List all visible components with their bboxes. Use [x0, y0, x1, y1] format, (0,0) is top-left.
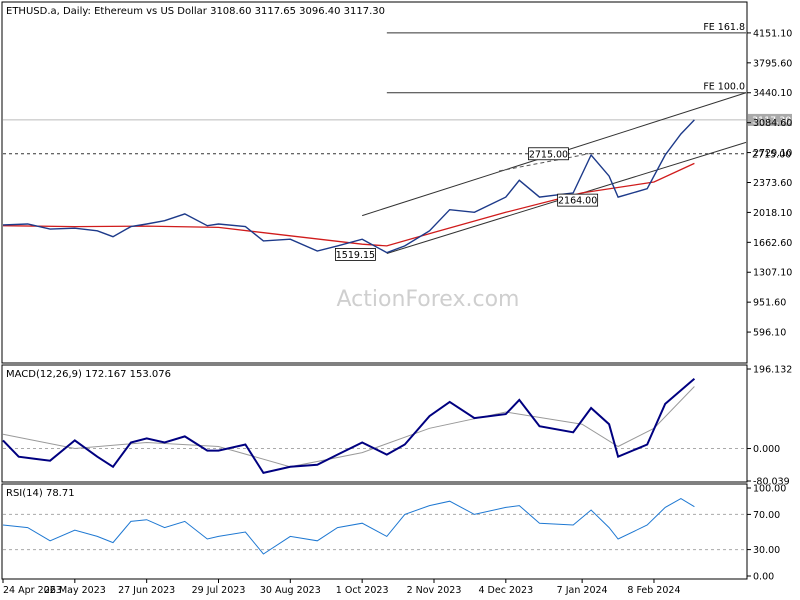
macd-panel-title: MACD(12,26,9) 172.167 153.076 [6, 369, 171, 380]
macd-tick-label-0: 196.132 [753, 365, 792, 376]
level-label-0: FE 161.8 [703, 22, 745, 33]
price-tick-label-0: 4151.10 [753, 28, 792, 39]
rsi-panel-title: RSI(14) 78.71 [6, 488, 75, 499]
price-tick-label-10: 596.10 [753, 328, 786, 339]
date-axis: 24 Apr 202326 May 2023 27 Jun 2023 29 Jul … [2, 579, 681, 596]
date-tick-label-2: 27 Jun 2023 [118, 585, 175, 596]
callout-label-1: 2164.00 [558, 196, 597, 207]
price-tick-label-2: 3440.10 [753, 88, 792, 99]
rsi-plot: 100.00 70.00 30.00 0.00 [2, 484, 786, 583]
price-panel-title: ETHUSD.a, Daily: Ethereum vs US Dollar 3… [6, 6, 385, 17]
price-plot [2, 92, 747, 254]
date-tick-label-8: 7 Jan 2024 [557, 585, 608, 596]
macd-line [2, 377, 696, 475]
price-callouts: 2715.00 2164.00 1519.15 [335, 147, 599, 261]
price-tick-label-4: 2729.10 [753, 148, 792, 159]
rsi-tick-label-2: 30.00 [753, 545, 780, 556]
date-tick-label-7: 4 Dec 2023 [478, 585, 533, 596]
callout-label-0: 2715.00 [529, 149, 568, 160]
date-tick-label-3: 29 Jul 2023 [192, 585, 246, 596]
ethusd-chart: ActionForex.com ETHUSD.a, Daily: Ethereu… [1, 1, 792, 596]
price-tick-label-9: 951.60 [753, 298, 786, 309]
date-tick-label-5: 1 Oct 2023 [336, 585, 389, 596]
price-line [2, 119, 695, 254]
callout-label-2: 1519.15 [336, 250, 375, 261]
level-label-1: FE 100.0 [703, 82, 745, 93]
macd-tick-label-1: 0.000 [753, 444, 780, 455]
watermark: ActionForex.com [337, 287, 520, 312]
rsi-tick-label-0: 100.00 [753, 484, 786, 495]
price-tick-label-6: 2018.10 [753, 208, 792, 219]
price-tick-label-3: 3084.60 [753, 118, 792, 129]
price-tick-label-8: 1307.10 [753, 268, 792, 279]
rsi-tick-label-3: 0.00 [753, 572, 774, 583]
macd-plot: 196.1320.000-80.039 [2, 365, 792, 488]
price-tick-label-7: 1662.60 [753, 238, 792, 249]
price-tick-label-1: 3795.60 [753, 58, 792, 69]
price-axis: 4151.10 3795.60 3440.10 3084.60 2729.10 2373.… [747, 28, 792, 339]
date-tick-label-6: 2 Nov 2023 [407, 585, 462, 596]
price-reference-lines: FE 161.8FE 100.02715.003117.30 [3, 22, 792, 160]
rsi-line [2, 498, 695, 555]
date-tick-label-9: 8 Feb 2024 [627, 585, 680, 596]
rsi-tick-label-1: 70.00 [753, 510, 780, 521]
date-tick-label-1: 26 May 2023 [44, 585, 106, 596]
rsi-panel-frame [1, 483, 748, 580]
date-tick-label-4: 30 Aug 2023 [260, 585, 321, 596]
price-tick-label-5: 2373.60 [753, 178, 792, 189]
macd-signal-line [2, 386, 695, 468]
